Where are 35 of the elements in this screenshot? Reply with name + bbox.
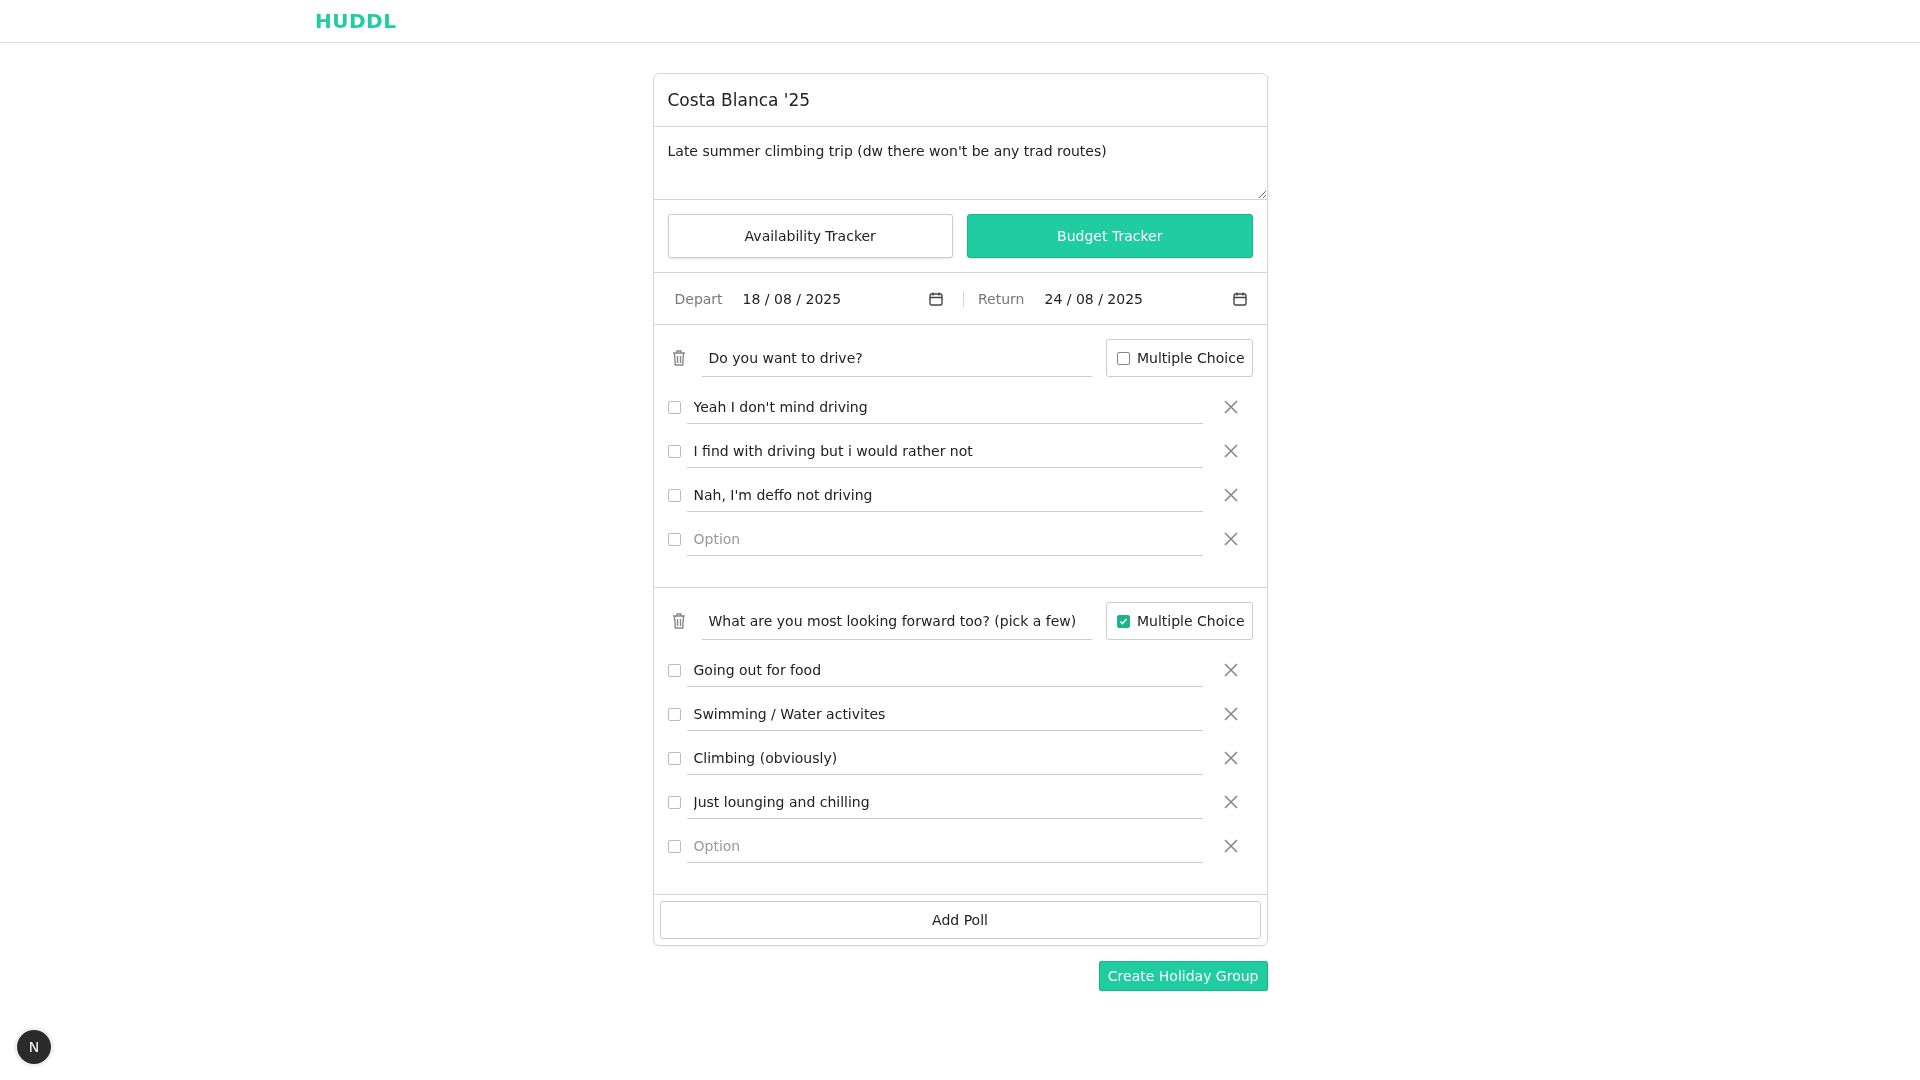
close-icon <box>1223 751 1238 765</box>
calendar-icon <box>1232 291 1247 306</box>
checkbox[interactable] <box>1117 614 1130 628</box>
checkbox[interactable] <box>667 795 681 809</box>
checkbox[interactable] <box>667 532 681 546</box>
checkbox[interactable] <box>667 400 681 414</box>
close-icon <box>1223 532 1238 546</box>
date-label: Depart <box>674 290 723 307</box>
close-icon <box>1223 400 1238 414</box>
check-icon <box>1119 616 1128 626</box>
checkbox[interactable] <box>667 444 681 458</box>
close-icon <box>1223 795 1238 809</box>
checkbox[interactable] <box>1117 351 1130 365</box>
close-icon <box>1223 707 1238 721</box>
checkbox[interactable] <box>667 751 681 765</box>
date-field[interactable]: 24 / 08 / 2025 <box>1044 290 1247 307</box>
dev-badge[interactable]: N <box>17 1030 51 1064</box>
trash-icon <box>671 350 686 366</box>
description-field[interactable]: Late summer climbing trip (dw there won't be any trad routes) <box>653 127 1267 200</box>
checkbox[interactable] <box>667 663 681 677</box>
close-icon <box>1223 488 1238 502</box>
trash-icon <box>671 613 686 629</box>
calendar-icon <box>929 291 943 306</box>
close-icon <box>1223 663 1238 677</box>
multiple-choice-toggle[interactable]: Multiple Choice <box>1106 339 1253 377</box>
multiple-choice-toggle[interactable]: Multiple Choice <box>1106 602 1253 640</box>
date-label: Return <box>978 290 1025 307</box>
tab[interactable]: Availability Tracker <box>667 214 953 258</box>
checkbox[interactable] <box>667 488 681 502</box>
date-field[interactable]: 18 / 08 / 2025 <box>742 290 943 307</box>
add-poll-button[interactable]: Add Poll <box>659 901 1261 939</box>
close-icon <box>1223 839 1238 853</box>
checkbox[interactable] <box>667 839 681 853</box>
checkbox[interactable] <box>667 707 681 721</box>
close-icon <box>1223 444 1238 458</box>
